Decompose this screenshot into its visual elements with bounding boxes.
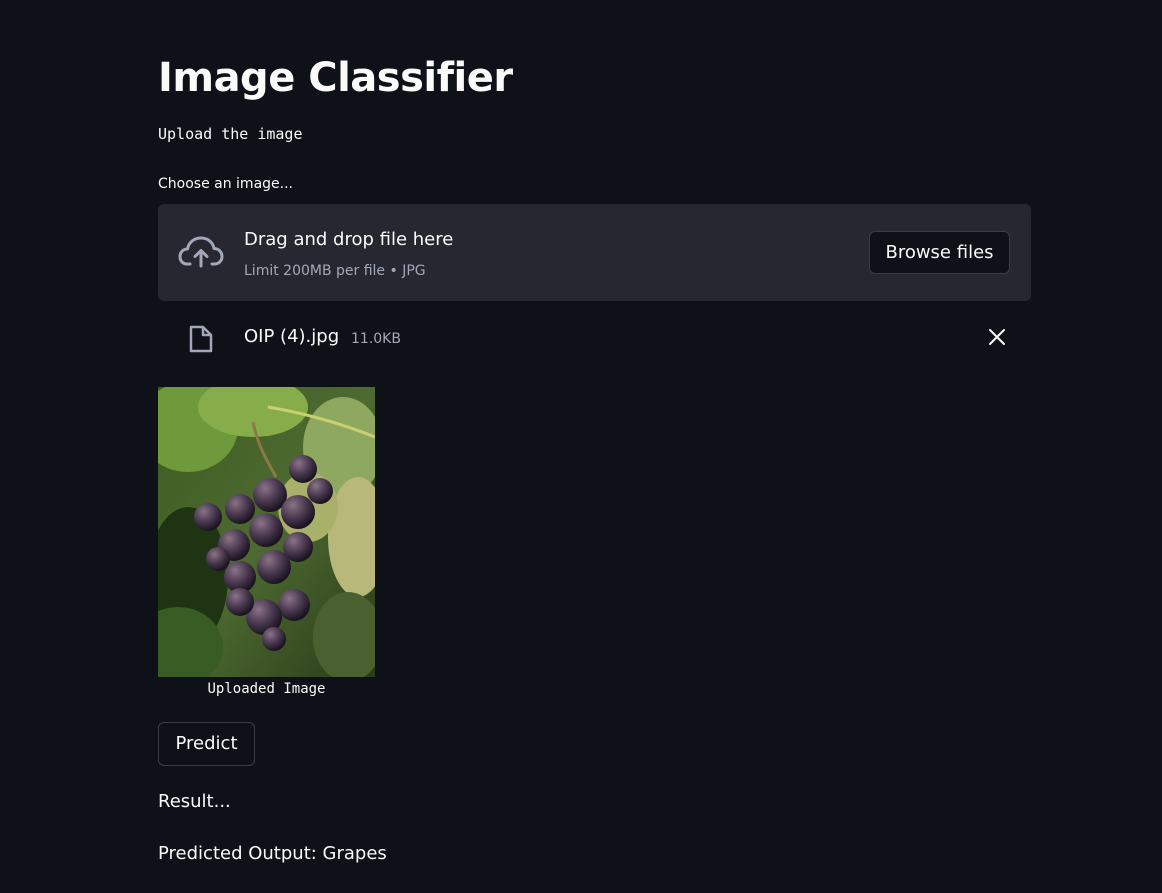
predict-button[interactable]: Predict (158, 722, 255, 766)
uploaded-image (158, 387, 375, 677)
browse-files-button[interactable]: Browse files (869, 231, 1010, 274)
predicted-output-text: Predicted Output: Grapes (158, 843, 387, 864)
dropzone-limit-text: Limit 200MB per file • JPG (244, 263, 426, 279)
uploaded-file-size: 11.0KB (351, 331, 401, 347)
dropzone-instructions: Drag and drop file here (244, 229, 454, 250)
uploaded-image-figure: Uploaded Image (158, 387, 375, 698)
close-icon[interactable] (984, 324, 1010, 350)
page-title: Image Classifier (158, 55, 513, 101)
cloud-upload-icon (178, 236, 224, 268)
uploaded-file-name: OIP (4).jpg (244, 326, 340, 347)
uploaded-file-row: OIP (4).jpg 11.0KB (158, 316, 1031, 358)
page-subtitle: Upload the image (158, 125, 303, 143)
file-icon (189, 325, 213, 353)
image-caption: Uploaded Image (207, 681, 326, 697)
result-text: Result... (158, 791, 231, 812)
file-dropzone[interactable]: Drag and drop file here Limit 200MB per … (158, 204, 1031, 301)
uploader-label: Choose an image... (158, 176, 293, 192)
